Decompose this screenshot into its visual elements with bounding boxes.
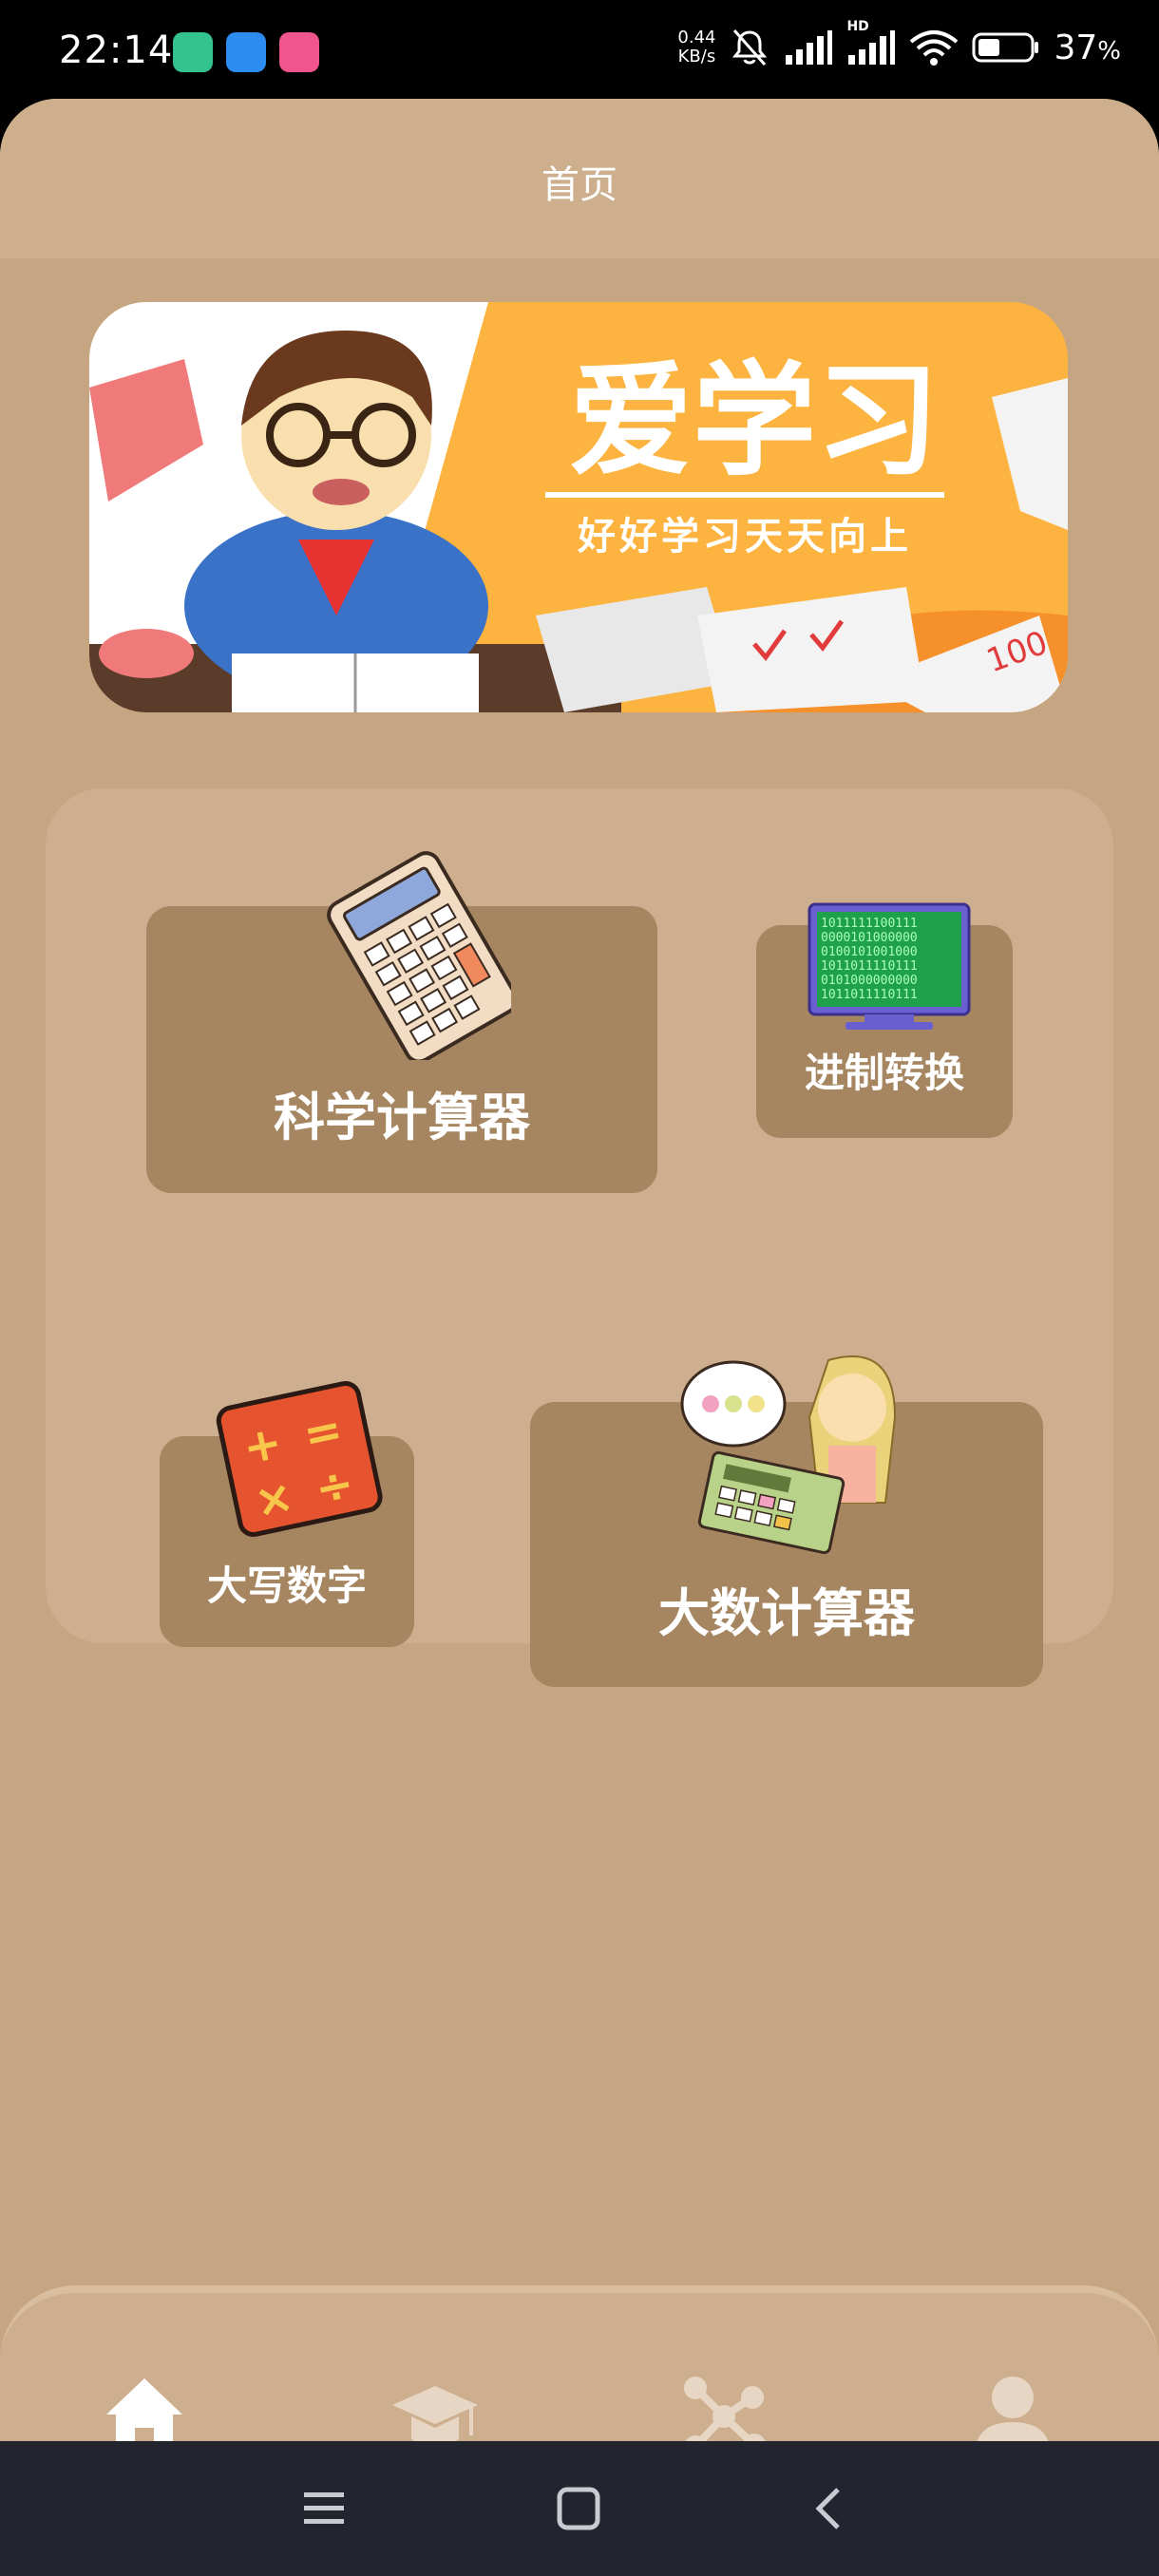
binary-row: 0101000000000 [821,974,918,988]
status-indicators: 0.44 KB/s HD 37% [677,19,1121,68]
home-system-button[interactable] [555,2485,602,2536]
banner-headline: 爱学习 [569,349,940,493]
graduation-cap-icon [392,2386,478,2441]
banner-image[interactable]: 爱学习 好好学习天天向上 100 [89,302,1068,712]
uppercase-numbers-label: 大写数字 [206,1563,367,1609]
app-window: 首页 爱学习 好好学习天天向上 100 科学计算器 进制转换 101111110… [0,99,1159,2441]
square-icon [557,2487,600,2530]
hd-signal-icon: HD [846,19,896,66]
notification-icons [173,32,319,72]
status-bar: 22:14 0.44 KB/s HD 37% [0,0,1159,104]
wifi-icon [909,28,959,66]
binary-row: 1011011110111 [821,959,918,974]
girl-with-calculator-icon [676,1341,942,1573]
banner-slogan: 好好学习天天向上 [577,515,912,559]
mute-icon [729,27,770,68]
big-number-calculator-label: 大数计算器 [658,1583,915,1643]
scientific-calculator-label: 科学计算器 [274,1088,530,1147]
app-notification-icon [279,32,319,72]
arithmetic-operators-icon: + = × ÷ [209,1377,390,1543]
nav-home[interactable] [97,2369,192,2441]
user-icon [977,2377,1049,2441]
app-notification-icon [173,32,213,72]
menu-icon [304,2492,344,2524]
signal-icon [784,28,833,66]
network-speed: 0.44 KB/s [677,28,716,66]
binary-row: 0000101000000 [821,931,918,945]
menu-button[interactable] [300,2485,348,2536]
calculator-icon [321,851,519,1064]
battery-icon [972,30,1040,65]
nodes-icon [684,2377,766,2441]
binary-monitor-icon: 1011111100111 0000101000000 0100101001000 1… [808,902,971,1035]
binary-row: 0100101001000 [821,945,918,959]
back-button[interactable] [806,2485,853,2536]
battery-level: 37% [1054,28,1121,67]
binary-row: 1011111100111 [821,917,918,931]
back-chevron-icon [815,2488,840,2529]
page-title: 首页 [542,163,618,207]
nav-tools[interactable] [676,2369,771,2441]
bottom-nav [0,2285,1159,2441]
base-conversion-label: 进制转换 [804,1050,964,1096]
system-navigation-bar [0,2441,1159,2576]
top-bar: 首页 [0,99,1159,258]
binary-row: 1011011110111 [821,988,918,1002]
status-time: 22:14 [59,28,174,72]
app-notification-icon [226,32,266,72]
nav-courses[interactable] [388,2369,483,2441]
nav-profile[interactable] [965,2369,1060,2441]
home-icon [106,2378,182,2441]
tools-panel: 科学计算器 进制转换 1011111100111 0000101000000 0… [46,788,1113,1687]
